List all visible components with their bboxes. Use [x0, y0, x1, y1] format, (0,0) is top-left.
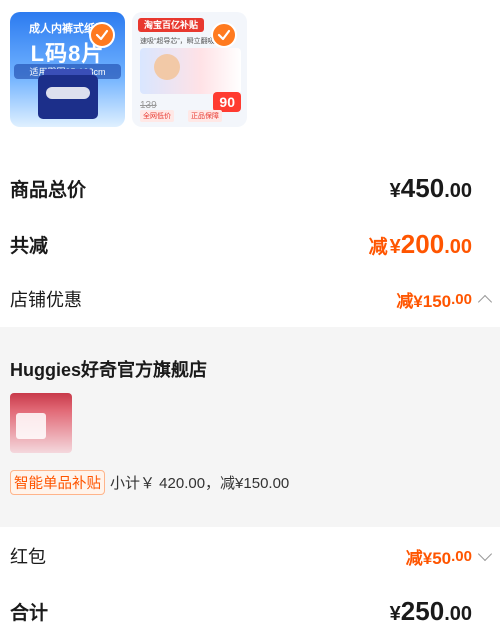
chevron-down-icon[interactable] [477, 546, 493, 561]
grand-total-int: 250 [400, 596, 445, 626]
reduce-dec: .00 [444, 236, 472, 258]
reduce-price: 减 ¥ 200 .00 [369, 229, 472, 260]
shop-subsidy-line: 智能单品补贴 小计￥ 420.00，减¥150.00 [10, 470, 289, 495]
new-price: 90 [213, 92, 241, 112]
product-thumbnails: 成人内裤式纸尿 L码8片 适用臀围95-138cm 淘宝百亿补贴 速吸“超导芯”… [10, 12, 247, 127]
low-price-tag: 全网低价 [140, 110, 174, 122]
subsidy-badge: 智能单品补贴 [10, 470, 105, 495]
product-image-2[interactable]: 淘宝百亿补贴 速吸“超导芯”，瞬立翻吸 139 90 全网低价 正品保障 [132, 12, 247, 127]
product-image-1[interactable]: 成人内裤式纸尿 L码8片 适用臀围95-138cm [10, 12, 125, 127]
total-int: 450 [400, 173, 445, 203]
store-discount-value: 减¥150 .00 [396, 287, 493, 312]
subsidy-banner: 淘宝百亿补贴 [138, 18, 205, 32]
reduce-prefix: 减 [368, 237, 388, 258]
package-image [38, 75, 98, 119]
grand-total-price: ¥ 250 .00 [390, 596, 472, 627]
check-icon[interactable] [89, 22, 115, 48]
store-discount-dec: .00 [451, 290, 472, 308]
store-discount-label: 店铺优惠 [10, 290, 82, 310]
authentic-tag: 正品保障 [188, 110, 222, 122]
check-icon[interactable] [211, 22, 237, 48]
grand-total-label: 合计 [10, 603, 49, 624]
grand-total-dec: .00 [444, 603, 472, 625]
reduce-yen: ¥ [389, 236, 401, 258]
reduce-label: 共减 [10, 236, 49, 257]
hongbao-label: 红包 [10, 547, 46, 567]
reduce-row: 共减 减 ¥ 200 .00 [10, 229, 472, 260]
shop-product-image[interactable] [10, 393, 72, 453]
shop-subtotal: 小计￥ 420.00，减¥150.00 [110, 475, 290, 492]
total-yen: ¥ [389, 180, 401, 202]
product-2-slogan: 速吸“超导芯”，瞬立翻吸 [140, 38, 215, 45]
chevron-up-icon[interactable] [477, 294, 493, 309]
grand-total-row: 合计 ¥ 250 .00 [10, 596, 472, 627]
shop-name[interactable]: Huggies好奇官方旗舰店 [10, 356, 207, 382]
grand-total-yen: ¥ [389, 603, 401, 625]
store-discount-row[interactable]: 店铺优惠 减¥150 .00 [10, 286, 493, 312]
hongbao-dec: .00 [451, 547, 472, 565]
hongbao-value: 减¥50 .00 [405, 544, 493, 569]
hongbao-amount: 减¥50 [405, 548, 452, 568]
hongbao-row[interactable]: 红包 减¥50 .00 [10, 543, 493, 569]
total-dec: .00 [444, 180, 472, 202]
store-discount-amount: 减¥150 [396, 291, 452, 311]
total-price: ¥ 450 .00 [390, 173, 472, 204]
reduce-int: 200 [400, 229, 445, 259]
baby-image [154, 54, 180, 80]
total-label: 商品总价 [10, 180, 87, 201]
shop-discount-panel: Huggies好奇官方旗舰店 智能单品补贴 小计￥ 420.00，减¥150.0… [0, 327, 500, 527]
total-row: 商品总价 ¥ 450 .00 [10, 173, 472, 204]
